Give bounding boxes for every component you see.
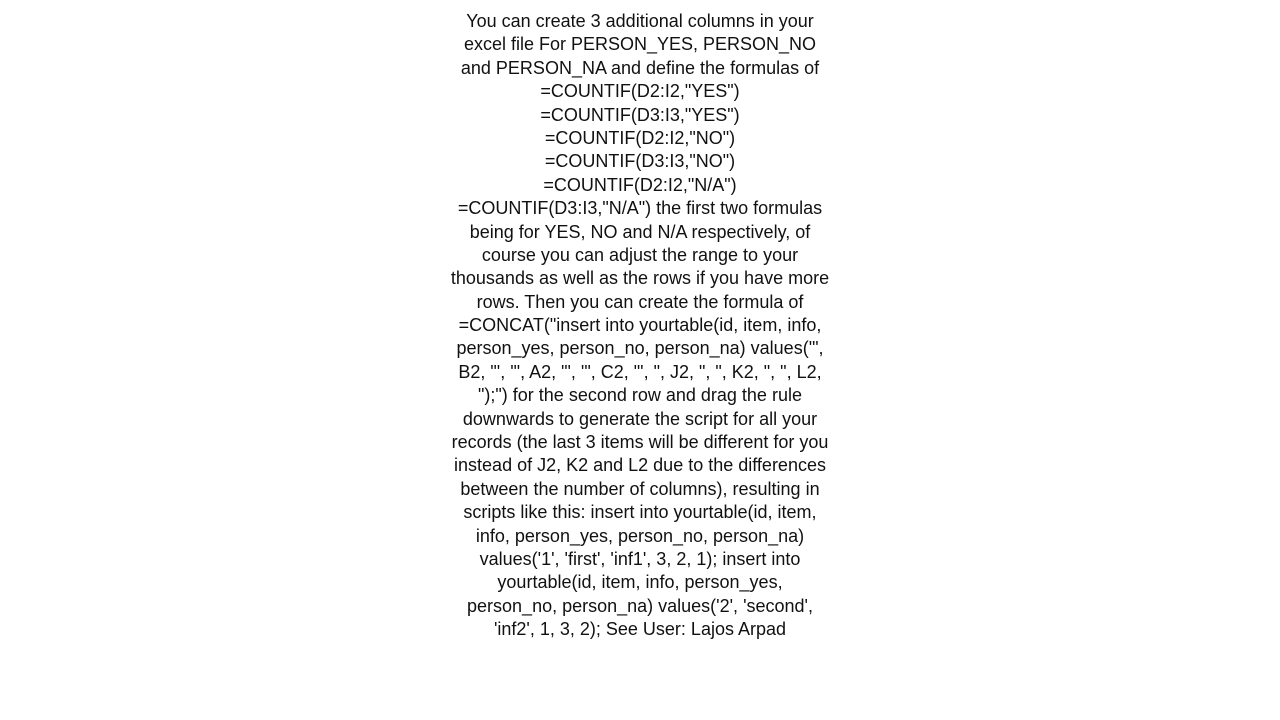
document-body: You can create 3 additional columns in y… [450,10,830,642]
page-container: You can create 3 additional columns in y… [0,0,1280,720]
